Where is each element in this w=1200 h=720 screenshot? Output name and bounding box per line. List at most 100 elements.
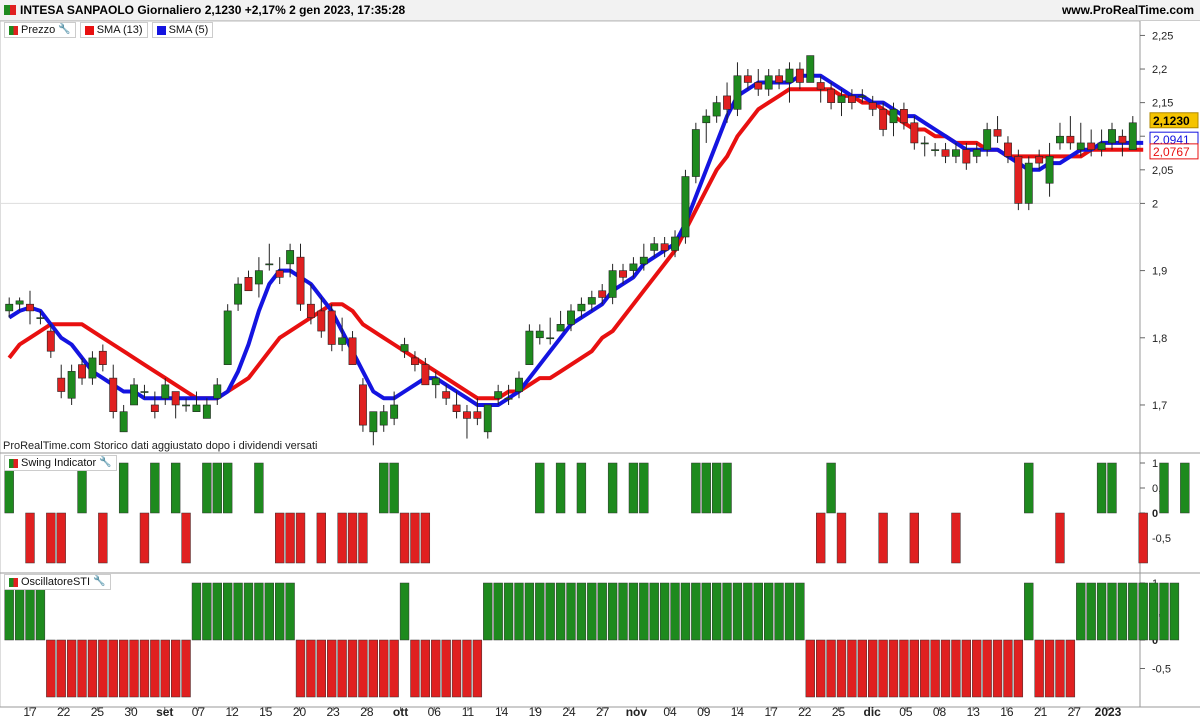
candle [806,55,815,83]
sti-bar [337,639,347,698]
legend-sma13[interactable]: SMA (13) [79,22,148,38]
swing-bar [46,512,56,564]
sti-bar [555,582,566,641]
sti-bar [191,582,202,641]
swing-bar [25,512,35,564]
candle [452,404,461,412]
candle [993,129,1002,137]
swing-bar [316,512,326,564]
sti-bar [847,639,857,698]
candle [899,109,908,124]
sti-bar [628,582,639,641]
sti-bar [1128,582,1138,641]
swing-bar [951,512,961,564]
swing-bar [389,462,399,514]
y-tick-label: 2,2 [1152,64,1167,76]
sti-bar [711,582,722,641]
candle [223,310,232,365]
candle [5,303,14,312]
x-tick-label: 19 [529,705,543,719]
swing-bar [607,462,618,514]
sti-bar [607,582,618,641]
sti-bar [701,582,711,641]
sti-bar [930,639,940,698]
candle [78,364,86,379]
legend-sma5[interactable]: SMA (5) [151,22,214,38]
sti-bar [139,639,150,698]
sti-bar [295,639,306,698]
last-price-label: 2,1230 [1153,114,1190,128]
sti-bar [160,639,170,698]
sti-bar [202,582,212,641]
sti-bar [347,639,358,698]
candle [265,263,274,266]
x-tick-label: 27 [1068,705,1082,719]
candle [494,391,503,399]
sti-bar [129,639,139,698]
candle [587,297,596,305]
sti-bar [743,582,753,641]
candle [847,95,856,103]
legend-sma13-label: SMA (13) [96,24,143,36]
sti-bar [545,582,555,641]
x-tick-label: 21 [1034,705,1048,719]
candle [629,263,638,271]
candle [369,411,378,433]
candle [702,115,711,124]
swing-bar [576,462,587,514]
x-tick-label: 2023 [1095,705,1122,719]
candle [910,122,919,144]
sti-bar [826,639,836,698]
swing-bar [535,462,545,514]
sti-bar [389,639,399,698]
sti-bar [1169,582,1180,641]
wrench-icon[interactable]: 🔧 [58,23,70,37]
wrench-icon[interactable]: 🔧 [93,575,105,589]
sti-bar [1138,582,1148,641]
swing-bar [909,512,919,564]
swing-bar [275,512,285,564]
swing-bar [150,462,160,514]
sti-bar [1024,582,1034,641]
candle [639,256,648,265]
sti-bar [399,582,410,641]
sti-bar [56,639,66,698]
swing-bar [1055,512,1065,564]
sti-bar [483,582,493,641]
candle [348,337,357,365]
x-tick-label: 27 [596,705,610,719]
swing-bar [639,462,649,514]
sti-bar [503,582,514,641]
sti-bar [1107,582,1117,641]
candle [1128,122,1137,150]
x-tick-label: 28 [360,705,374,719]
candle [743,75,752,83]
candle [358,384,367,426]
sti-bar [514,582,524,641]
legend-price[interactable]: Prezzo 🔧 [4,22,76,38]
swing-legend: Swing Indicator 🔧 [4,455,117,471]
wrench-icon[interactable]: 🔧 [99,456,111,470]
x-tick-label: 06 [428,705,442,719]
sti-bar [1096,582,1107,641]
legend-sti[interactable]: OscillatoreSTI 🔧 [4,574,111,590]
price-swatch-icon [9,25,18,35]
sti-bar [899,639,909,698]
candle [286,250,295,265]
swing-bar [836,512,847,564]
sti-bar [857,639,867,698]
sti-bar [1034,639,1044,698]
candle [920,142,929,145]
candle [1035,156,1044,164]
sti-bar [816,639,826,698]
candle [161,384,170,399]
x-tick-label: 09 [697,705,711,719]
sti-bar [170,639,181,698]
sti-bar [243,582,254,641]
legend-swing[interactable]: Swing Indicator 🔧 [4,455,117,471]
candle [972,149,981,157]
candle [1076,142,1085,150]
swing-bar [1180,462,1190,514]
candle [57,377,66,392]
site-label[interactable]: www.ProRealTime.com [1062,3,1200,17]
